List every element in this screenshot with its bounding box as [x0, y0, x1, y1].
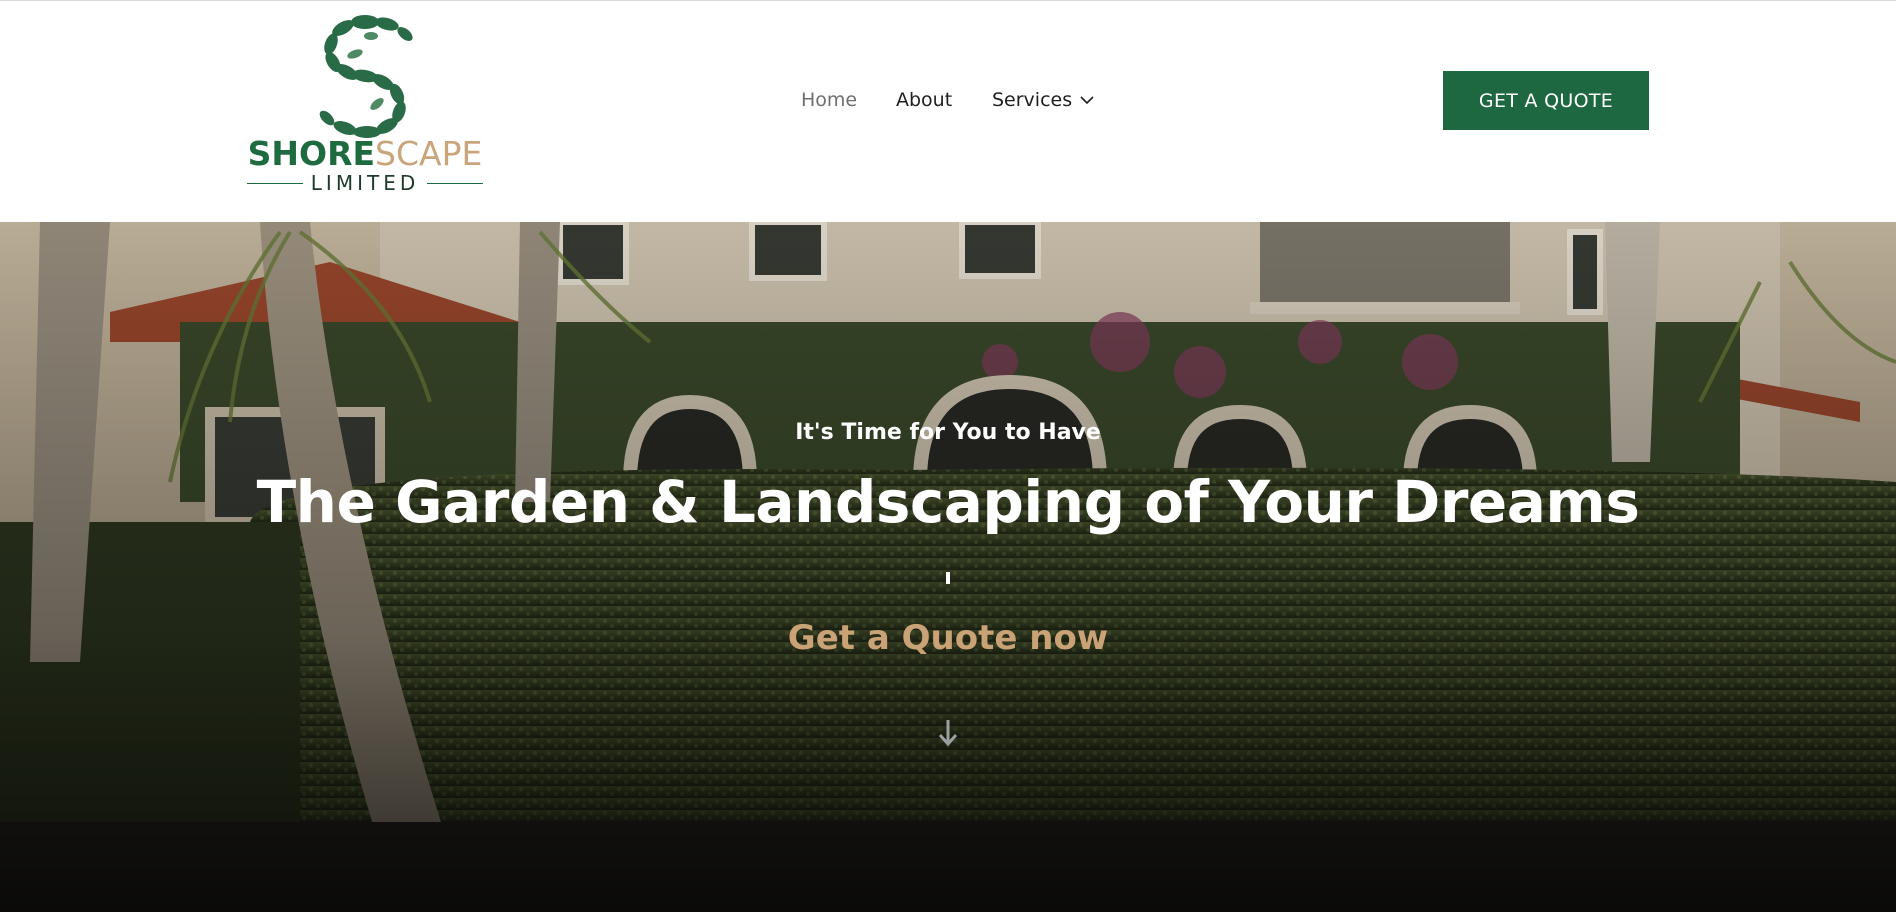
logo-word-scape: SCAPE [375, 134, 483, 173]
arrow-down-icon[interactable] [936, 718, 960, 748]
hero-section: It's Time for You to Have The Garden & L… [0, 222, 1896, 912]
chevron-down-icon[interactable] [1080, 95, 1094, 105]
logo-wordmark: SHORESCAPE [247, 134, 483, 174]
logo-word-shore: SHORE [247, 134, 376, 173]
logo-subline: LIMITED [247, 171, 484, 195]
get-a-quote-button[interactable]: GET A QUOTE [1443, 71, 1649, 130]
hero-eyebrow: It's Time for You to Have [795, 420, 1101, 445]
nav-about[interactable]: About [896, 85, 952, 115]
site-header: SHORESCAPE LIMITED Home About Services G… [0, 0, 1896, 222]
leaf-s-logo-icon [319, 15, 413, 138]
nav-services[interactable]: Services [992, 85, 1094, 115]
nav-home[interactable]: Home [801, 85, 857, 115]
logo-subline-text: LIMITED [310, 171, 420, 195]
get-a-quote-now-link[interactable]: Get a Quote now [0, 618, 1896, 658]
site-logo[interactable]: SHORESCAPE LIMITED [247, 14, 484, 195]
hero-content: It's Time for You to Have The Garden & L… [0, 222, 1896, 912]
hero-title: The Garden & Landscaping of Your Dreams [256, 468, 1640, 536]
logo-rule-right [427, 182, 484, 184]
nav-services-label[interactable]: Services [992, 89, 1072, 111]
hero-divider [946, 572, 950, 584]
logo-rule-left [247, 182, 303, 184]
